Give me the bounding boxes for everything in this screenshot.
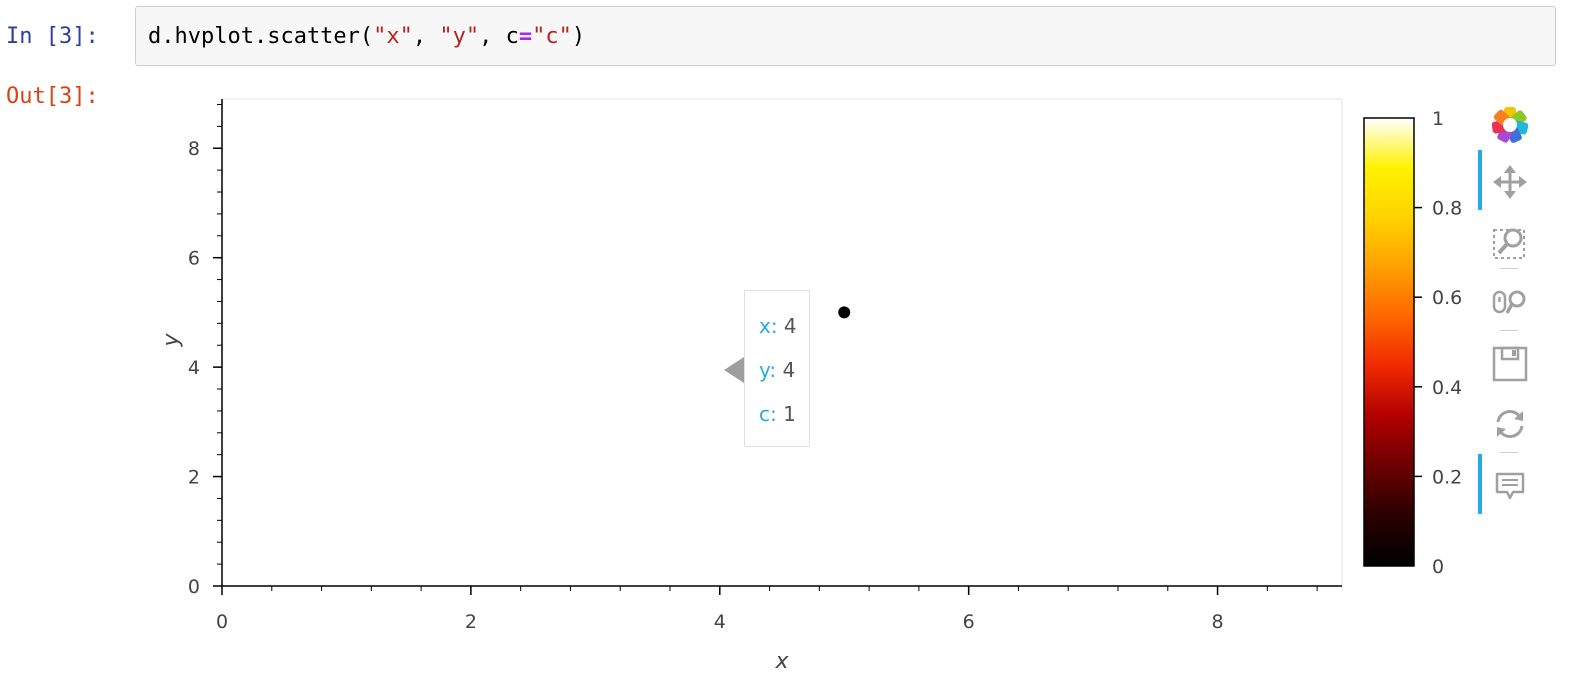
tooltip-value: 4 xyxy=(776,358,796,382)
x-axis-label: x xyxy=(774,649,789,674)
colorbar-tick-label: 0 xyxy=(1432,556,1444,578)
x-tick-label: 6 xyxy=(963,611,975,633)
tooltip-key: x: xyxy=(759,314,778,338)
hover-icon xyxy=(1495,472,1525,500)
tooltip-value: 1 xyxy=(776,402,796,426)
pan-icon xyxy=(1493,165,1527,199)
tooltip-arrow xyxy=(724,357,744,383)
plot-toolbar xyxy=(1478,96,1540,526)
wheel-zoom-icon xyxy=(1492,290,1526,314)
box-zoom-tool-button[interactable] xyxy=(1478,216,1540,266)
colorbar-tick-label: 0.2 xyxy=(1432,466,1462,488)
wheel-zoom-tool-button[interactable] xyxy=(1478,276,1540,326)
save-tool-button[interactable] xyxy=(1478,338,1540,388)
tooltip-key: c: xyxy=(759,402,777,426)
x-tick-label: 2 xyxy=(465,611,477,633)
reset-tool-button[interactable] xyxy=(1478,398,1540,448)
y-tick-label: 4 xyxy=(188,357,200,379)
active-indicator xyxy=(1478,454,1482,514)
tooltip-row-x: x: 4 xyxy=(759,314,797,338)
tooltip-row-y: y: 4 xyxy=(759,358,795,382)
y-tick-label: 2 xyxy=(188,467,200,489)
x-tick-label: 0 xyxy=(216,611,228,633)
pan-tool-button[interactable] xyxy=(1478,150,1540,210)
x-tick-label: 8 xyxy=(1212,611,1224,633)
output-area: 0 2 4 6 8 0 2 4 6 8 x y 0 0.2 0.4 0.6 0.8 1 x: 4 y: 4 c:… xyxy=(0,0,1576,684)
y-tick-label: 8 xyxy=(188,138,200,160)
y-tick-label: 0 xyxy=(188,576,200,598)
colorbar-tick-label: 0.4 xyxy=(1432,377,1462,399)
toolbar-separator xyxy=(1500,330,1518,331)
toolbar-separator xyxy=(1500,268,1518,269)
tooltip-row-c: c: 1 xyxy=(759,402,796,426)
y-tick-label: 6 xyxy=(188,248,200,270)
bokeh-logo[interactable] xyxy=(1478,96,1540,146)
colorbar-tick-label: 1 xyxy=(1432,108,1444,130)
y-axis-label: y xyxy=(159,333,184,348)
active-indicator xyxy=(1478,150,1482,210)
bokeh-logo-icon xyxy=(1492,107,1528,143)
colorbar-tick-label: 0.6 xyxy=(1432,287,1462,309)
colorbar-tick-label: 0.8 xyxy=(1432,198,1462,220)
reset-icon xyxy=(1496,410,1524,438)
tooltip-key: y: xyxy=(759,358,777,382)
box-zoom-icon xyxy=(1493,228,1525,259)
hover-tooltip: x: 4 y: 4 c: 1 xyxy=(744,290,810,447)
toolbar-separator xyxy=(1500,452,1518,453)
save-icon xyxy=(1492,346,1528,382)
scatter-point xyxy=(838,306,851,319)
hover-tool-button[interactable] xyxy=(1478,454,1540,514)
tooltip-value: 4 xyxy=(777,314,797,338)
colorbar xyxy=(1363,117,1415,567)
x-tick-label: 4 xyxy=(714,611,726,633)
